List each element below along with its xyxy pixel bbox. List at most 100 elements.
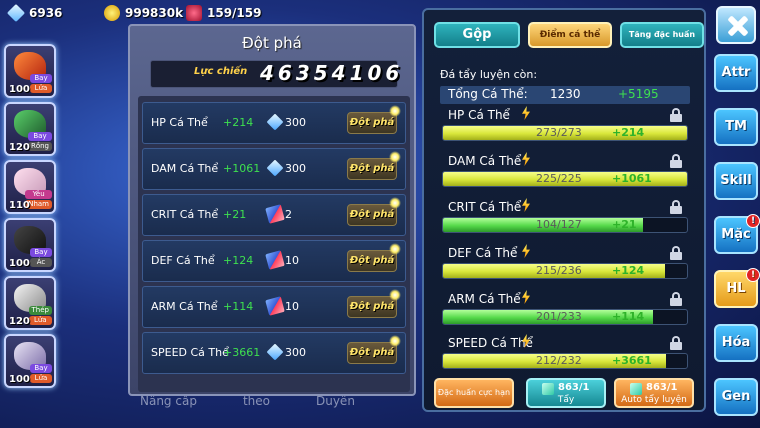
diamond-value: 6936: [29, 6, 63, 20]
energy-gem-icon: [186, 5, 202, 21]
menu-hl[interactable]: HL !: [714, 268, 760, 308]
menu-mac[interactable]: Mặc !: [714, 214, 760, 254]
sparkle-icon: [389, 289, 401, 301]
level-label: 110: [9, 200, 30, 211]
breakthrough-row: SPEED Cá Thể +3661 300 Đột phá: [142, 332, 406, 374]
lock-icon[interactable]: [670, 246, 682, 260]
game-screen: 6936 999830k 159/159 Bay Lửa 100 Bay Rồn…: [0, 0, 760, 428]
background-nav: Nâng cấp theo Duyên: [140, 394, 370, 416]
menu-tm[interactable]: TM: [714, 108, 758, 146]
stat-progress-text: 104/127: [536, 218, 582, 231]
type-tag: Rồng: [27, 142, 52, 151]
tab-individual-points[interactable]: Điểm cá thể: [528, 22, 612, 48]
stat-name: DAM Cá Thể: [151, 162, 219, 175]
type-tag: Lửa: [30, 374, 52, 383]
stat-bonus: +1061: [612, 172, 652, 185]
type-tag: Yêu: [25, 190, 52, 199]
diamond-icon: [266, 159, 284, 177]
menu-hoa[interactable]: Hóa: [714, 324, 758, 362]
team-slot[interactable]: Bay Rồng 120: [4, 102, 56, 156]
breakthrough-row: ARM Cá Thể +114 10 Đột phá: [142, 286, 406, 328]
team-slot[interactable]: Bay Lửa 100: [4, 334, 56, 388]
wash-button[interactable]: 863/1 Tẩy: [526, 378, 606, 408]
sparkle-icon: [389, 335, 401, 347]
level-label: 100: [9, 84, 30, 95]
diamond-counter: 6936: [6, 3, 63, 23]
power-label: Lực chiến: [194, 66, 248, 77]
cost-value: 10: [285, 300, 299, 313]
stat-progress-text: 201/233: [536, 310, 582, 323]
gold-coin-icon: [104, 5, 120, 21]
team-slot[interactable]: Bay Ác 100: [4, 218, 56, 272]
total-bar: Tổng Cá Thể: 1230 +5195: [440, 86, 690, 104]
tab-merge[interactable]: Gộp: [434, 22, 520, 48]
lightning-icon: [522, 106, 530, 120]
stat-bonus: +3661: [612, 354, 652, 367]
lightning-icon: [522, 198, 530, 212]
total-label: Tổng Cá Thể:: [448, 87, 528, 101]
stat-name: SPEED Cá Thể: [448, 336, 533, 350]
alert-badge: !: [746, 268, 760, 282]
lock-icon[interactable]: [670, 292, 682, 306]
remaining-stones-label: Đá tẩy luyện còn:: [440, 68, 538, 81]
extreme-training-button[interactable]: Đặc huấn cực hạn: [434, 378, 514, 408]
stat-name: SPEED Cá Thể: [151, 346, 229, 359]
sparkle-icon: [389, 243, 401, 255]
auto-label: Auto tẩy luyện: [621, 395, 687, 405]
wash-count: 863/1: [558, 382, 590, 393]
breakthrough-list: HP Cá Thể +214 300 Đột phá DAM Cá Thể +1…: [138, 96, 410, 392]
sparkle-icon: [389, 197, 401, 209]
stat-bonus: +124: [223, 254, 254, 267]
tab-special-training[interactable]: Tăng đặc huấn: [620, 22, 704, 48]
menu-gen[interactable]: Gen: [714, 378, 758, 416]
lightning-icon: [522, 290, 530, 304]
nav-bond[interactable]: Duyên: [316, 394, 355, 416]
stat-name: HP Cá Thể: [151, 116, 208, 129]
gold-counter: 999830k: [104, 4, 183, 22]
total-value: 1230: [550, 87, 581, 101]
team-slot[interactable]: Yêu Nham 110: [4, 160, 56, 214]
type-tag: Bay: [30, 364, 52, 373]
stat-bonus: +1061: [223, 162, 261, 175]
nav-follow[interactable]: theo: [243, 394, 270, 416]
lock-icon[interactable]: [670, 336, 682, 350]
nav-upgrade[interactable]: Nâng cấp: [140, 394, 197, 416]
type-tag: Ác: [30, 258, 52, 267]
team-sidebar: Bay Lửa 100 Bay Rồng 120 Yêu Nham 110 Ba…: [0, 42, 72, 402]
lightning-icon: [522, 244, 530, 258]
wash-label: Tẩy: [557, 395, 575, 405]
book-icon: [265, 296, 285, 316]
lock-icon[interactable]: [670, 108, 682, 122]
stat-bonus: +3661: [223, 346, 261, 359]
stat-name: ARM Cá Thể: [448, 292, 521, 306]
cost-value: 2: [285, 208, 292, 221]
total-bonus: +5195: [618, 87, 659, 101]
stat-row: HP Cá Thể 273/273 +214: [440, 106, 690, 148]
diamond-icon: [266, 343, 284, 361]
lock-icon[interactable]: [670, 154, 682, 168]
stat-bonus: +214: [223, 116, 254, 129]
stat-row: ARM Cá Thể 201/233 +114: [440, 290, 690, 332]
stat-bonus: +214: [612, 126, 645, 139]
cost-value: 10: [285, 254, 299, 267]
individual-stats-panel: Gộp Điểm cá thể Tăng đặc huấn Đá tẩy luy…: [422, 8, 706, 412]
menu-skill[interactable]: Skill: [714, 162, 758, 200]
stat-name: CRIT Cá Thể: [151, 208, 219, 221]
team-slot[interactable]: Bay Lửa 100: [4, 44, 56, 98]
lock-icon[interactable]: [670, 200, 682, 214]
power-value: 46354106: [260, 61, 404, 85]
stat-bonus: +114: [223, 300, 254, 313]
cost-value: 300: [285, 162, 306, 175]
panel-title: Đột phá: [242, 34, 302, 52]
auto-wash-button[interactable]: 863/1 Auto tẩy luyện: [614, 378, 694, 408]
level-label: 120: [9, 316, 30, 327]
stat-name: DEF Cá Thể: [151, 254, 215, 267]
breakthrough-row: DEF Cá Thể +124 10 Đột phá: [142, 240, 406, 282]
book-icon: [265, 250, 285, 270]
menu-attr[interactable]: Attr: [714, 54, 758, 92]
type-tag: Lửa: [28, 316, 52, 325]
energy-counter: 159/159: [186, 4, 261, 22]
team-slot[interactable]: Thép Lửa 120: [4, 276, 56, 330]
close-button[interactable]: [716, 6, 756, 44]
stat-progress-text: 225/225: [536, 172, 582, 185]
